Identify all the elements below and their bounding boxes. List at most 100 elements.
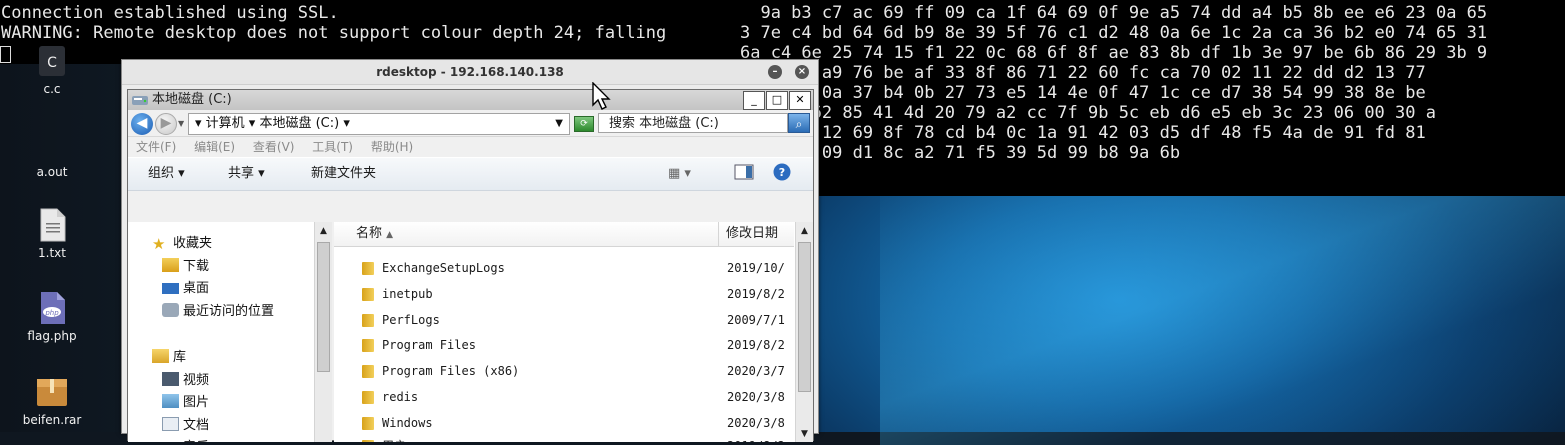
- nav-label: 音乐: [183, 440, 209, 442]
- minimize-button[interactable]: _: [743, 91, 765, 110]
- file-list[interactable]: 名称 ▲ 修改日期 ExchangeSetupLogs 2019/10/ inet…: [334, 222, 813, 442]
- nav-videos[interactable]: 视频: [162, 369, 209, 388]
- rdesktop-close-button[interactable]: ×: [795, 65, 809, 79]
- file-row[interactable]: 用户 2019/8/2: [334, 434, 794, 442]
- new-folder-button[interactable]: 新建文件夹: [311, 158, 376, 190]
- nav-label: 文档: [183, 418, 210, 433]
- share-button[interactable]: 共享 ▾: [228, 158, 265, 190]
- column-header-name[interactable]: 名称 ▲: [356, 222, 393, 247]
- help-icon[interactable]: ?: [773, 158, 791, 190]
- forward-button[interactable]: ▶: [155, 113, 177, 135]
- column-header-modified[interactable]: 修改日期: [726, 222, 778, 246]
- nav-label: 最近访问的位置: [183, 304, 275, 319]
- file-name: 用户: [382, 434, 406, 442]
- desktop-icon-c-c[interactable]: C c.c: [7, 44, 97, 96]
- terminal-line: Connection established using SSL.: [1, 3, 339, 23]
- nav-label: 下载: [183, 259, 210, 274]
- nav-pane-scrollbar[interactable]: ▲: [314, 222, 332, 442]
- hex-line: 9a b3 c7 ac 69 ff 09 ca 1f 64 69 0f 9e a…: [740, 3, 1488, 23]
- hex-line: 5a b5 09 d1 8c a2 71 f5 39 5d 99 b8 9a 6…: [740, 143, 1181, 163]
- hex-line: 5 06 62 85 41 4d 20 79 a2 cc 7f 9b 5c eb…: [740, 103, 1436, 123]
- mouse-pointer-icon: [592, 82, 611, 110]
- rdesktop-window[interactable]: rdesktop - 192.168.140.138 – × 本地磁盘 (C:)…: [121, 59, 819, 442]
- address-bar[interactable]: ▾ 计算机 ▾ 本地磁盘 (C:) ▾ ▼: [188, 113, 570, 135]
- scroll-up-icon[interactable]: ▲: [316, 224, 331, 239]
- file-row[interactable]: Program Files 2019/8/2: [334, 333, 794, 358]
- nav-documents[interactable]: 文档: [162, 414, 209, 433]
- file-date: 2020/3/8: [727, 416, 785, 430]
- nav-favorites[interactable]: ★ 收藏夹: [152, 232, 212, 253]
- terminal-left[interactable]: Connection established using SSL. WARNIN…: [0, 0, 760, 64]
- navigation-pane[interactable]: ★ 收藏夹 下载 桌面 最近访问的位置 库 视频 图片 文档 ♪ 音乐: [128, 222, 332, 442]
- file-row[interactable]: PerfLogs 2009/7/1: [334, 308, 794, 333]
- menu-file[interactable]: 文件(F): [136, 140, 176, 154]
- folder-icon: [362, 339, 374, 352]
- svg-text:php: php: [44, 309, 59, 317]
- nav-recent[interactable]: 最近访问的位置: [162, 300, 274, 319]
- file-row[interactable]: ExchangeSetupLogs 2019/10/: [334, 256, 794, 281]
- nav-libraries[interactable]: 库: [152, 346, 186, 365]
- close-button[interactable]: ✕: [789, 91, 811, 110]
- nav-desktop[interactable]: 桌面: [162, 277, 209, 296]
- address-bar-row: ◀ ▶ ▼ ▾ 计算机 ▾ 本地磁盘 (C:) ▾ ▼ ⟳ 搜索 本地磁盘 (C…: [128, 110, 813, 137]
- scroll-up-icon[interactable]: ▲: [797, 224, 812, 239]
- star-icon: ★: [152, 235, 166, 253]
- view-options-icon[interactable]: ▦ ▾: [668, 158, 691, 190]
- desktop-icon-label: flag.php: [27, 329, 77, 343]
- search-input[interactable]: 搜索 本地磁盘 (C:): [598, 113, 788, 133]
- file-name: redis: [382, 390, 419, 404]
- menu-tools[interactable]: 工具(T): [312, 140, 353, 154]
- explorer-titlebar[interactable]: 本地磁盘 (C:) _ □ ✕: [128, 90, 813, 110]
- chevron-down-icon[interactable]: ▼: [555, 114, 563, 134]
- nav-label: 库: [173, 350, 187, 365]
- file-date: 2019/8/2: [727, 287, 785, 301]
- file-date: 2020/3/8: [727, 390, 785, 404]
- scroll-thumb[interactable]: [798, 242, 811, 392]
- file-date: 2009/7/1: [727, 313, 785, 327]
- refresh-button[interactable]: ⟳: [574, 116, 594, 132]
- file-row[interactable]: Windows 2020/3/8: [334, 411, 794, 436]
- nav-pictures[interactable]: 图片: [162, 391, 209, 410]
- desktop-icon-label: a.out: [36, 165, 68, 179]
- preview-pane-icon[interactable]: [734, 158, 754, 190]
- wallpaper-light-streak: [880, 165, 1565, 445]
- file-date: 2019/8/2: [727, 434, 785, 442]
- menu-view[interactable]: 查看(V): [253, 140, 295, 154]
- scroll-thumb[interactable]: [317, 242, 330, 372]
- nav-label: 视频: [183, 373, 210, 388]
- terminal-right[interactable]: 9a b3 c7 ac 69 ff 09 ca 1f 64 69 0f 9e a…: [740, 0, 1565, 196]
- desktop-icon-1-txt[interactable]: 1.txt: [7, 208, 97, 260]
- recent-places-icon: [162, 303, 179, 317]
- nav-music[interactable]: ♪ 音乐: [162, 436, 209, 442]
- back-button[interactable]: ◀: [131, 113, 153, 135]
- documents-icon: [162, 417, 179, 431]
- rdesktop-titlebar[interactable]: rdesktop - 192.168.140.138 – ×: [122, 60, 818, 85]
- rdesktop-minimize-button[interactable]: –: [768, 65, 782, 79]
- menu-bar: 文件(F) 编辑(E) 查看(V) 工具(T) 帮助(H): [128, 137, 813, 157]
- desktop-icon-a-out[interactable]: a.out: [7, 127, 97, 179]
- explorer-window[interactable]: 本地磁盘 (C:) _ □ ✕ ◀ ▶ ▼ ▾ 计算机 ▾ 本地磁盘 (C:) …: [127, 89, 814, 442]
- svg-text:?: ?: [779, 166, 785, 179]
- file-row[interactable]: inetpub 2019/8/2: [334, 282, 794, 307]
- scroll-down-icon[interactable]: ▼: [797, 427, 812, 442]
- organize-button[interactable]: 组织 ▾: [148, 158, 185, 190]
- file-list-scrollbar[interactable]: ▲ ▼: [795, 222, 813, 442]
- file-name: ExchangeSetupLogs: [382, 261, 505, 275]
- folder-icon: [362, 440, 374, 442]
- file-row[interactable]: Program Files (x86) 2020/3/7: [334, 359, 794, 384]
- nav-downloads[interactable]: 下载: [162, 255, 209, 274]
- file-row[interactable]: redis 2020/3/8: [334, 385, 794, 410]
- history-dropdown-icon[interactable]: ▼: [178, 119, 184, 128]
- desktop-icon-beifen-rar[interactable]: beifen.rar: [7, 375, 97, 427]
- sort-ascending-icon: ▲: [386, 230, 394, 240]
- desktop-icon-flag-php[interactable]: php flag.php: [7, 291, 97, 343]
- search-icon[interactable]: ⌕: [788, 113, 810, 133]
- menu-edit[interactable]: 编辑(E): [194, 140, 235, 154]
- drive-icon: [132, 96, 148, 105]
- file-name: Program Files (x86): [382, 364, 520, 378]
- file-name: Program Files: [382, 338, 476, 352]
- maximize-button[interactable]: □: [766, 91, 788, 110]
- menu-help[interactable]: 帮助(H): [371, 140, 413, 154]
- text-file-icon: [35, 208, 69, 242]
- folder-icon: [362, 314, 374, 327]
